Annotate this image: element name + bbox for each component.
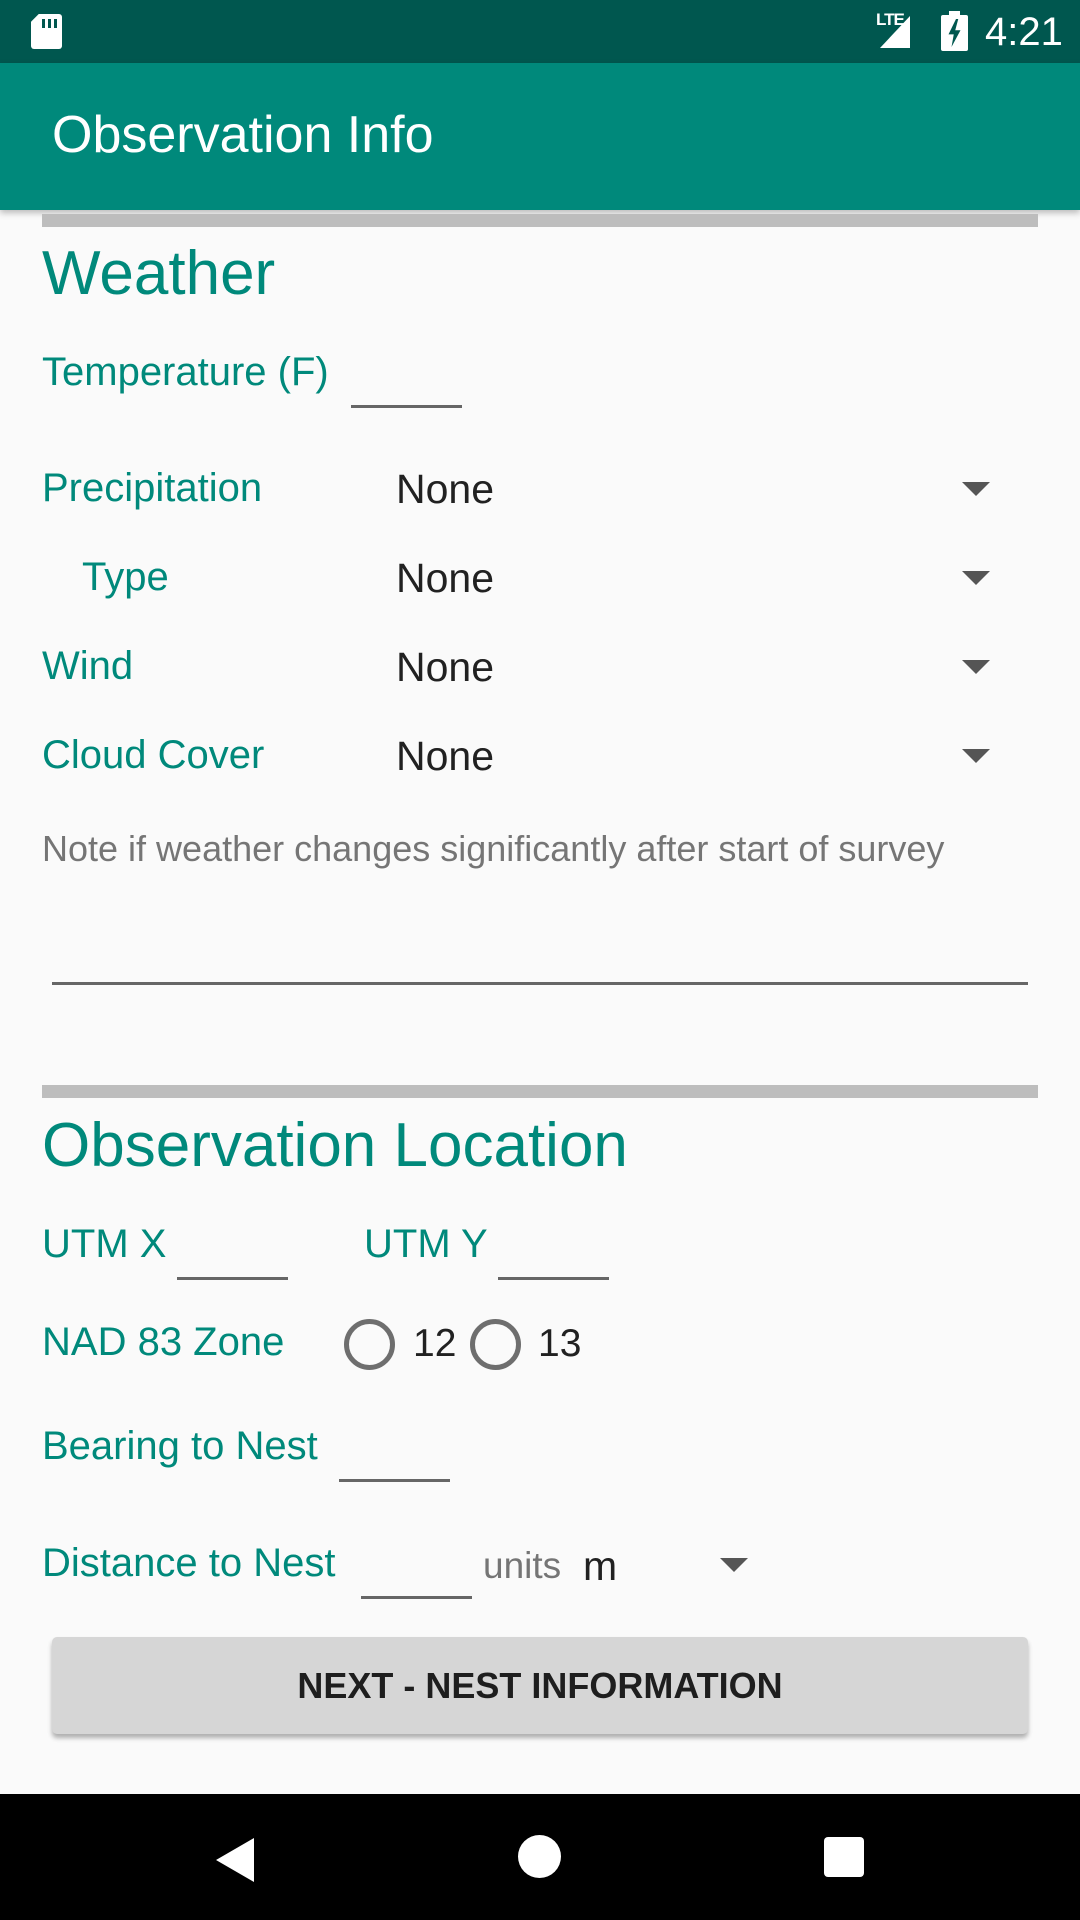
recents-icon[interactable] — [824, 1837, 864, 1877]
cloud-cover-dropdown-icon[interactable] — [962, 749, 990, 763]
precipitation-spinner[interactable]: None — [396, 466, 494, 513]
precip-type-spinner[interactable]: None — [396, 555, 494, 602]
precip-type-label: Type — [82, 555, 169, 599]
weather-section-title: Weather — [42, 239, 276, 308]
utm-x-input[interactable] — [177, 1277, 288, 1280]
wind-label: Wind — [42, 644, 134, 688]
cloud-cover-label: Cloud Cover — [42, 733, 265, 777]
wind-dropdown-icon[interactable] — [962, 660, 990, 674]
precipitation-label: Precipitation — [42, 466, 263, 510]
precipitation-dropdown-icon[interactable] — [962, 482, 990, 496]
back-icon[interactable] — [216, 1838, 254, 1882]
sd-card-icon — [31, 14, 62, 49]
zone-13-radio[interactable] — [470, 1319, 521, 1370]
units-dropdown-icon[interactable] — [720, 1558, 748, 1572]
units-label: units — [483, 1545, 562, 1586]
temperature-input[interactable] — [351, 405, 462, 408]
location-section-title: Observation Location — [42, 1111, 628, 1180]
distance-input[interactable] — [361, 1596, 472, 1599]
battery-charging-icon — [941, 11, 968, 51]
status-time: 4:21 — [985, 10, 1063, 54]
distance-label: Distance to Nest — [42, 1541, 336, 1585]
cloud-cover-spinner[interactable]: None — [396, 733, 494, 780]
bearing-input[interactable] — [339, 1479, 450, 1482]
utm-y-input[interactable] — [498, 1277, 609, 1280]
zone-12-label: 12 — [413, 1322, 457, 1365]
temperature-label: Temperature (F) — [42, 350, 329, 394]
zone-12-radio[interactable] — [344, 1319, 395, 1370]
nad83-zone-label: NAD 83 Zone — [42, 1320, 285, 1364]
wind-spinner[interactable]: None — [396, 644, 494, 691]
section-divider-weather — [42, 214, 1038, 227]
weather-note-hint: Note if weather changes significantly af… — [42, 828, 945, 869]
zone-13-label: 13 — [538, 1322, 582, 1365]
app-bar: Observation Info — [0, 63, 1080, 210]
status-bar: LTE 4:21 — [0, 0, 1080, 63]
cell-signal-icon — [880, 16, 910, 48]
units-spinner[interactable]: m — [583, 1543, 617, 1590]
bearing-label: Bearing to Nest — [42, 1424, 318, 1468]
home-icon[interactable] — [518, 1835, 561, 1878]
next-nest-info-button[interactable]: NEXT - NEST INFORMATION — [52, 1637, 1028, 1734]
section-divider-location — [42, 1085, 1038, 1098]
precip-type-dropdown-icon[interactable] — [962, 571, 990, 585]
utm-x-label: UTM X — [42, 1222, 167, 1266]
weather-note-input[interactable] — [52, 982, 1028, 985]
utm-y-label: UTM Y — [364, 1222, 488, 1266]
app-title: Observation Info — [52, 106, 434, 164]
